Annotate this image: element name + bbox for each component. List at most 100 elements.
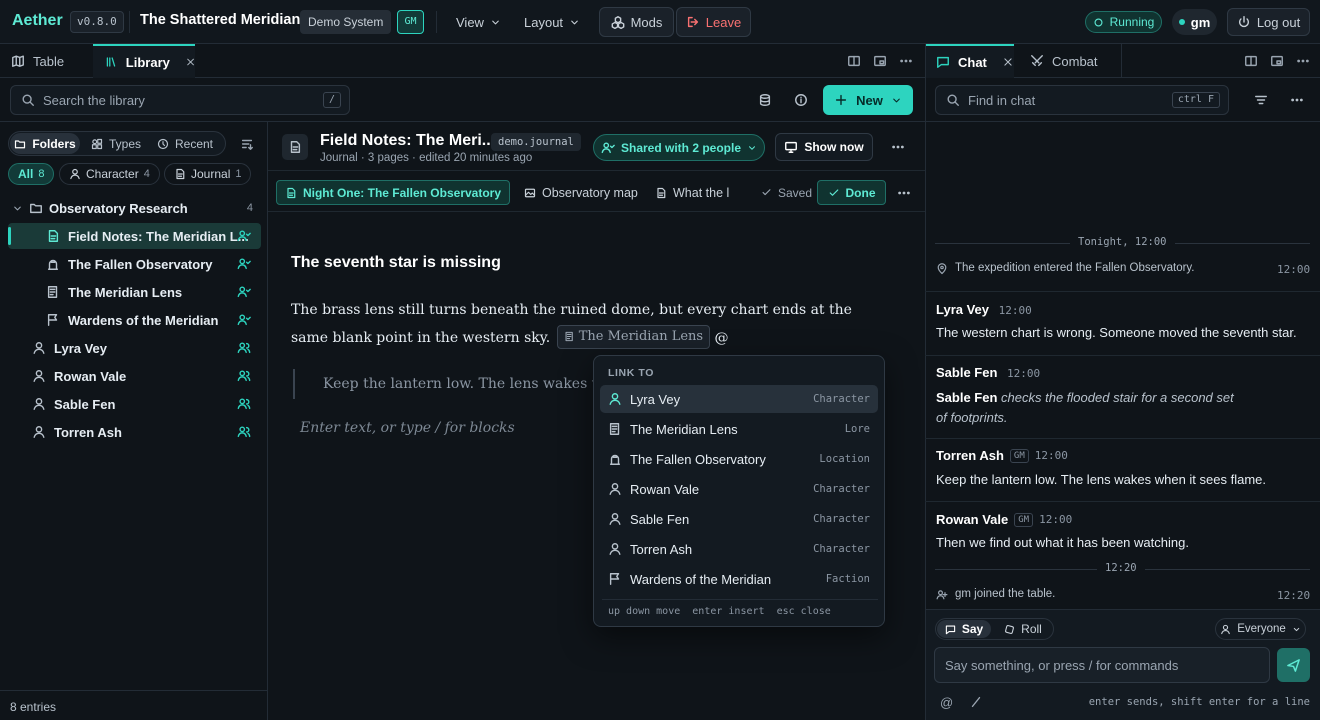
view-recent[interactable]: Recent [152,133,218,154]
journal-icon [48,230,59,242]
doc-placeholder[interactable]: Enter text, or type / for blocks [300,420,515,436]
mention-icon[interactable]: @ [940,695,953,710]
link-option-kind: Lore [844,423,870,435]
info-icon[interactable] [794,93,808,107]
link-option[interactable]: Torren Ash Character [600,535,878,563]
doc-paragraph[interactable]: The brass lens still turns beneath the r… [291,296,891,352]
filter-character[interactable]: Character 4 [59,163,160,185]
slash-command-icon[interactable] [969,695,983,709]
chat-composer: Say Roll Everyone Say something, or pres… [926,609,1320,720]
close-icon[interactable] [186,57,195,67]
database-icon[interactable] [758,93,772,107]
chevron-down-icon [749,145,756,150]
filter-journal[interactable]: Journal 1 [164,163,252,185]
say-mode-button[interactable]: Say [937,620,991,638]
user-plus-icon [936,590,948,600]
link-option[interactable]: The Fallen Observatory Location [600,445,878,473]
library-item-wardens[interactable]: Wardens of the Meridian [8,307,261,333]
link-option-label: Sable Fen [630,511,690,527]
more-icon[interactable] [897,186,911,200]
chat-message[interactable]: Torren Ash GM 12:00 [936,448,1068,463]
popout-icon[interactable] [1270,54,1284,68]
library-item-fallen-observatory[interactable]: The Fallen Observatory [8,251,261,277]
library-item-rowan-vale[interactable]: Rowan Vale [8,363,261,389]
tab-table[interactable]: Table [0,44,92,78]
sort-icon[interactable] [240,137,254,151]
view-types[interactable]: Types [86,133,146,154]
document-title[interactable]: Field Notes: The Meri... [320,132,495,150]
folder-row[interactable]: Observatory Research 4 [8,195,261,221]
close-icon[interactable] [1003,57,1013,67]
link-option-kind: Character [813,483,870,495]
mods-button[interactable]: Mods [599,7,674,37]
done-button[interactable]: Done [817,180,886,205]
chat-search-input[interactable]: Find in chat ctrl F [935,85,1229,115]
event-joined: gm joined the table. [955,588,1056,600]
shared-icon [601,141,615,153]
location-icon [609,454,621,465]
users-icon [237,370,251,382]
users-icon [237,342,251,354]
tab-library[interactable]: Library [93,44,195,78]
link-option-kind: Character [813,543,870,555]
page-tab-what[interactable]: What the l [655,180,745,205]
library-item-lyra-vey[interactable]: Lyra Vey [8,335,261,361]
user-badge[interactable]: gm [1172,9,1217,35]
logout-button[interactable]: Log out [1227,8,1310,36]
chat-message[interactable]: Rowan Vale GM 12:00 [936,512,1072,527]
send-button[interactable] [1277,648,1310,682]
audience-select[interactable]: Everyone [1215,618,1306,640]
page-tab-map[interactable]: Observatory map [524,180,638,205]
page-tab-night-one[interactable]: Night One: The Fallen Observatory [276,180,510,205]
leave-button[interactable]: Leave [676,7,751,37]
link-option[interactable]: The Meridian Lens Lore [600,415,878,443]
chevron-down-icon [14,206,21,210]
shared-icon [237,258,251,270]
new-button[interactable]: New [823,85,913,115]
doc-quote[interactable]: Keep the lantern low. The lens wakes whe… [323,376,595,392]
more-icon[interactable] [1290,93,1304,107]
entry-count: 8 entries [10,700,57,714]
logout-icon [687,16,698,28]
doc-heading[interactable]: The seventh star is missing [291,254,501,272]
link-option[interactable]: Wardens of the Meridian Faction [600,565,878,593]
event-entered: The expedition entered the Fallen Observ… [955,262,1195,274]
saved-indicator: Saved [761,180,812,205]
popout-icon[interactable] [873,54,887,68]
users-icon [237,426,251,438]
chat-message-input[interactable]: Say something, or press / for commands [934,647,1270,683]
dice-icon [1005,624,1015,634]
layout-menu[interactable]: Layout [516,10,588,34]
cubes-icon [611,16,624,29]
library-item-sable-fen[interactable]: Sable Fen [8,391,261,417]
more-icon[interactable] [1296,54,1310,68]
more-icon[interactable] [899,54,913,68]
link-option[interactable]: Lyra Vey Character [600,385,878,413]
more-icon[interactable] [891,140,905,154]
chat-message[interactable]: Sable Fen 12:00 [936,365,1040,380]
view-folders[interactable]: Folders [10,133,80,154]
chat-message[interactable]: Lyra Vey 12:00 [936,302,1032,317]
view-menu[interactable]: View [448,10,509,34]
roll-mode-button[interactable]: Roll [996,620,1050,638]
tab-chat[interactable]: Chat [926,44,1014,78]
inline-entity-link[interactable]: The Meridian Lens [556,324,711,349]
library-search-input[interactable]: Search the library / [10,85,350,115]
share-button[interactable]: Shared with 2 people [593,134,765,161]
filter-all[interactable]: All 8 [8,163,55,185]
link-option[interactable]: Rowan Vale Character [600,475,878,503]
library-item-meridian-lens[interactable]: The Meridian Lens [8,279,261,305]
library-item-field-notes[interactable]: Field Notes: The Meridian L... [8,223,261,249]
show-now-button[interactable]: Show now [775,133,873,161]
shared-icon [237,314,251,326]
person-icon [33,342,45,354]
library-item-torren-ash[interactable]: Torren Ash [8,419,261,445]
link-option-kind: Character [813,393,870,405]
split-icon[interactable] [847,54,861,68]
tab-combat[interactable]: Combat [1022,44,1122,78]
link-option[interactable]: Sable Fen Character [600,505,878,533]
power-icon [1238,16,1249,28]
filter-icon[interactable] [1254,93,1268,107]
online-dot [1178,19,1185,25]
split-icon[interactable] [1244,54,1258,68]
